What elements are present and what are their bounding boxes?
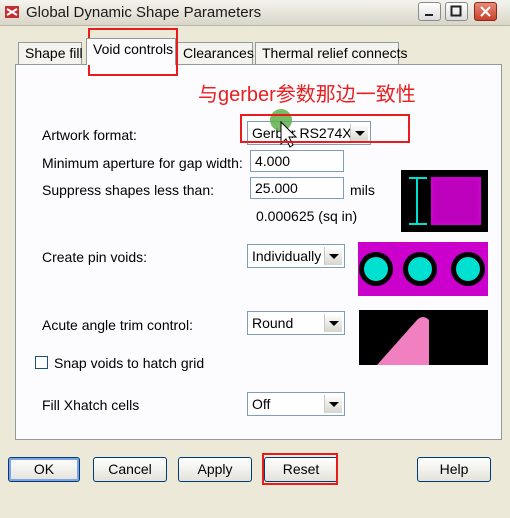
suppress-shapes-unit: mils bbox=[350, 182, 375, 198]
maximize-button[interactable] bbox=[445, 2, 468, 21]
acute-angle-preview bbox=[359, 310, 488, 365]
suppress-shapes-area: 0.000625 (sq in) bbox=[256, 208, 358, 224]
tab-clearances[interactable]: Clearances bbox=[176, 42, 254, 64]
chevron-down-icon[interactable] bbox=[324, 395, 342, 413]
pin-voids-value: Individually bbox=[252, 248, 322, 264]
minimize-button[interactable] bbox=[418, 2, 441, 21]
app-icon bbox=[5, 6, 19, 18]
snap-voids-label: Snap voids to hatch grid bbox=[54, 355, 205, 371]
pin-voids-preview bbox=[358, 242, 488, 296]
pin-voids-label: Create pin voids: bbox=[42, 249, 148, 265]
minimize-icon bbox=[425, 14, 433, 16]
highlight-box-artwork-format bbox=[240, 114, 410, 143]
suppress-shape-preview bbox=[401, 170, 488, 232]
title-bar: Global Dynamic Shape Parameters bbox=[0, 0, 510, 26]
apply-button[interactable]: Apply bbox=[178, 457, 252, 482]
acute-angle-label: Acute angle trim control: bbox=[42, 317, 193, 333]
fill-xhatch-value: Off bbox=[252, 396, 271, 412]
tab-void-controls[interactable]: Void controls bbox=[86, 38, 176, 65]
window-title: Global Dynamic Shape Parameters bbox=[26, 4, 262, 21]
chevron-down-icon[interactable] bbox=[324, 314, 342, 332]
tab-shape-fill[interactable]: Shape fill bbox=[18, 42, 83, 64]
tab-thermal-relief-connects[interactable]: Thermal relief connects bbox=[255, 42, 408, 64]
fill-xhatch-label: Fill Xhatch cells bbox=[42, 397, 140, 413]
pin-voids-select[interactable]: Individually bbox=[247, 244, 345, 268]
help-button[interactable]: Help bbox=[417, 457, 491, 482]
cancel-button[interactable]: Cancel bbox=[93, 457, 167, 482]
maximize-icon bbox=[450, 5, 462, 17]
ok-button[interactable]: OK bbox=[8, 457, 80, 482]
suppress-shapes-input[interactable]: 25.000 bbox=[250, 177, 344, 199]
acute-angle-value: Round bbox=[252, 315, 294, 331]
artwork-format-label: Artwork format: bbox=[42, 127, 137, 143]
snap-voids-checkbox[interactable] bbox=[35, 356, 48, 369]
suppress-shapes-label: Suppress shapes less than: bbox=[42, 182, 214, 198]
min-aperture-label: Minimum aperture for gap width: bbox=[42, 155, 243, 171]
chevron-down-icon[interactable] bbox=[324, 247, 342, 265]
annotation-note: 与gerber参数那边一致性 bbox=[198, 84, 416, 106]
min-aperture-input[interactable]: 4.000 bbox=[250, 150, 344, 172]
acute-angle-select[interactable]: Round bbox=[247, 311, 345, 335]
fill-xhatch-select[interactable]: Off bbox=[247, 392, 345, 416]
highlight-box-reset bbox=[262, 453, 338, 485]
close-icon bbox=[480, 6, 491, 17]
close-button[interactable] bbox=[474, 2, 497, 21]
